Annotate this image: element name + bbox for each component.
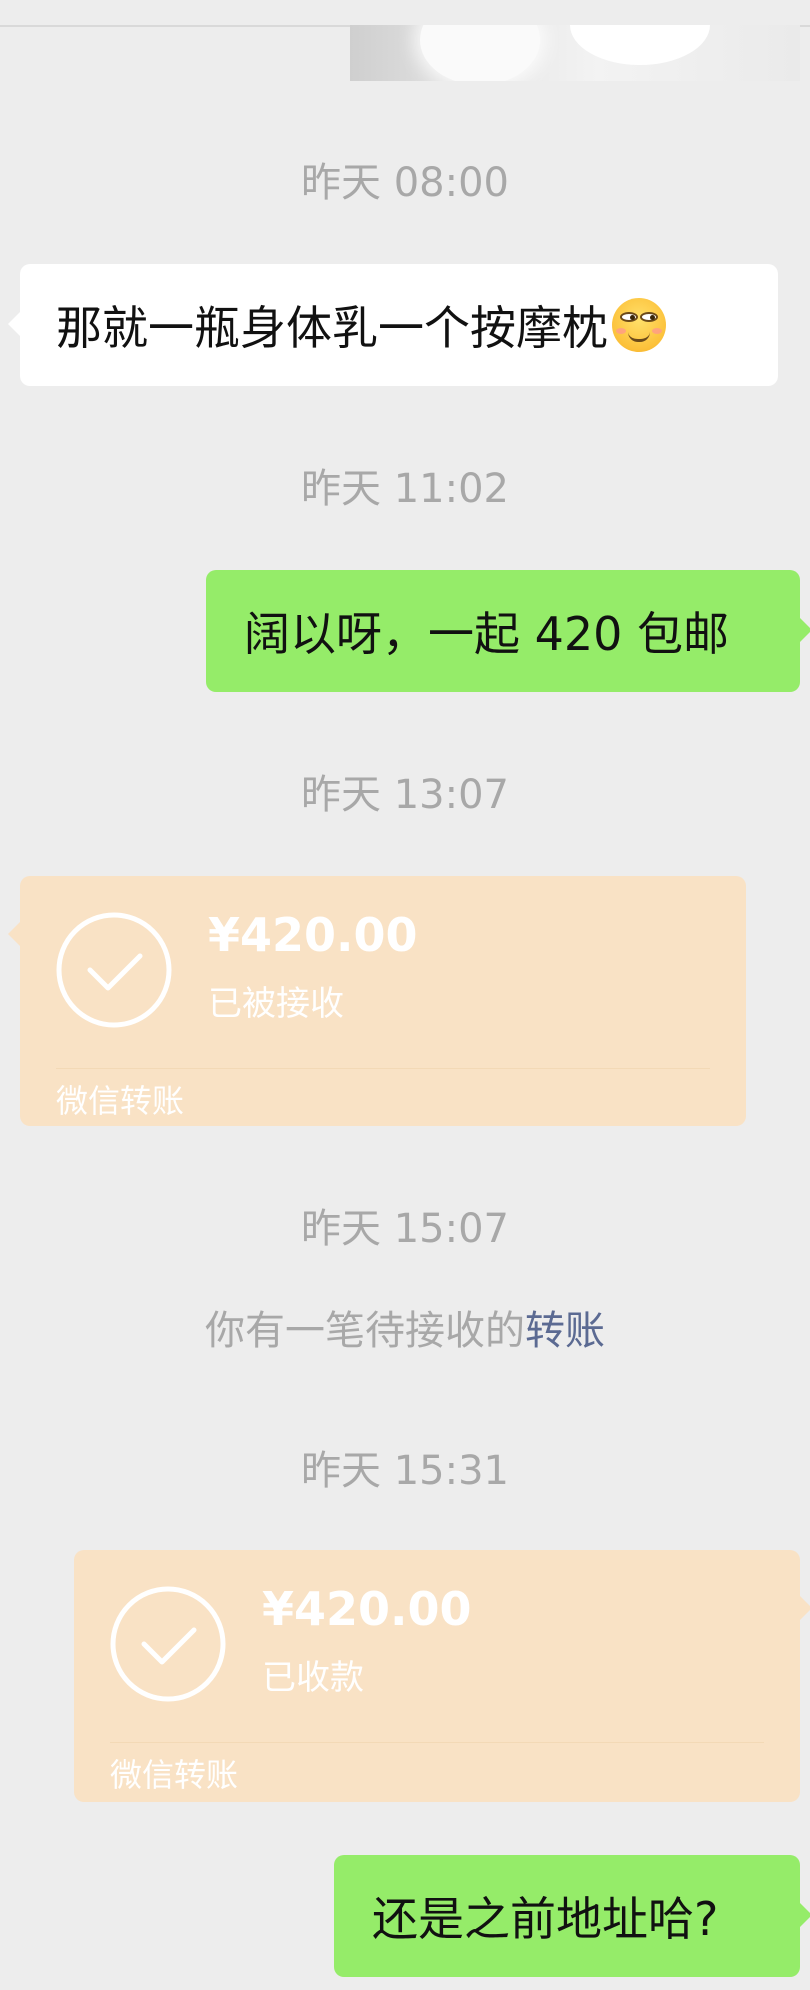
message-text: 阔以呀，一起 420 包邮 — [244, 607, 730, 661]
timestamp: 昨天 15:07 — [301, 1206, 509, 1252]
outgoing-message-bubble[interactable]: 阔以呀，一起 420 包邮 — [206, 570, 810, 692]
smirk-emoji-icon — [612, 298, 666, 352]
system-notice: 你有一笔待接收的转账 — [0, 1306, 810, 1356]
transfer-amount: ¥420.00 — [262, 1582, 472, 1636]
message-text: 还是之前地址哈? — [372, 1892, 719, 1946]
transfer-divider — [56, 1068, 710, 1069]
transfer-amount: ¥420.00 — [208, 908, 418, 962]
notice-text: 你有一笔待接收的 — [205, 1308, 525, 1354]
timestamp: 昨天 11:02 — [301, 466, 509, 512]
incoming-message-bubble[interactable]: 那就一瓶身体乳一个按摩枕 — [8, 264, 778, 386]
timestamp: 昨天 15:31 — [301, 1448, 509, 1494]
transfer-divider — [110, 1742, 764, 1743]
outgoing-message-bubble[interactable]: 还是之前地址哈? — [334, 1855, 810, 1977]
transfer-status: 已收款 — [262, 1658, 364, 1698]
check-circle-icon — [56, 912, 172, 1028]
transfer-card-received[interactable]: ¥420.00 已被接收 微信转账 — [8, 876, 746, 1126]
timestamp: 昨天 08:00 — [301, 160, 509, 206]
chat-screen: 昨天 08:00 那就一瓶身体乳一个按摩枕 昨天 11:02 阔以呀，一起 42… — [0, 0, 810, 1990]
transfer-card-collected[interactable]: ¥420.00 已收款 微信转账 — [74, 1550, 810, 1802]
check-circle-icon — [110, 1586, 226, 1702]
transfer-footer-label: 微信转账 — [56, 1082, 185, 1120]
timestamp: 昨天 13:07 — [301, 772, 509, 818]
transfer-footer-label: 微信转账 — [110, 1756, 239, 1794]
transfer-link[interactable]: 转账 — [525, 1308, 605, 1354]
message-text: 那就一瓶身体乳一个按摩枕 — [56, 301, 608, 355]
image-message-partial[interactable] — [350, 25, 800, 81]
transfer-status: 已被接收 — [208, 984, 344, 1024]
